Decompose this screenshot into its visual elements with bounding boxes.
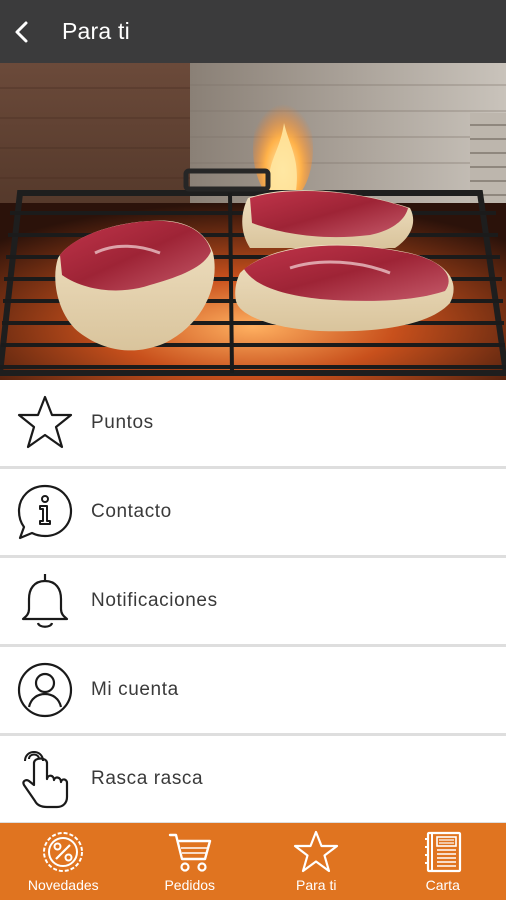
nav-tab-pedidos[interactable]: Pedidos <box>127 823 254 900</box>
menu-item-notificaciones[interactable]: Notificaciones <box>0 558 506 647</box>
menu-item-label: Mi cuenta <box>91 679 179 700</box>
page-title: Para ti <box>62 18 130 44</box>
menu-item-label: Rasca rasca <box>91 768 204 789</box>
user-circle-icon <box>15 660 75 720</box>
percent-badge-icon <box>41 829 85 875</box>
nav-label: Pedidos <box>164 877 216 893</box>
menu-item-mi-cuenta[interactable]: Mi cuenta <box>0 647 506 736</box>
star-icon <box>15 393 75 453</box>
menu-item-label: Puntos <box>91 412 154 433</box>
tap-hand-icon <box>15 749 75 809</box>
cart-icon <box>167 829 213 875</box>
nav-label: Para ti <box>296 877 337 893</box>
star-icon <box>293 829 339 875</box>
top-app-bar: Para ti <box>0 0 506 63</box>
menu-item-label: Notificaciones <box>91 590 218 611</box>
bell-icon <box>15 571 75 631</box>
info-bubble-icon <box>15 482 75 542</box>
nav-label: Carta <box>425 877 460 893</box>
menu-item-contacto[interactable]: Contacto <box>0 469 506 558</box>
nav-label: Novedades <box>27 877 99 893</box>
grilled-meat-photo <box>0 63 506 380</box>
back-button[interactable] <box>2 0 42 63</box>
app-screen: Para ti Puntos Contacto Notificaciones M… <box>0 0 506 900</box>
hero-image <box>0 63 506 380</box>
nav-tab-carta[interactable]: Carta <box>380 823 506 900</box>
menu-book-icon <box>423 829 463 875</box>
menu-item-puntos[interactable]: Puntos <box>0 380 506 469</box>
bottom-navigation: Novedades Pedidos Para ti Carta <box>0 823 506 900</box>
nav-tab-para-ti[interactable]: Para ti <box>253 823 380 900</box>
menu-item-label: Contacto <box>91 501 172 522</box>
nav-tab-novedades[interactable]: Novedades <box>0 823 127 900</box>
options-list: Puntos Contacto Notificaciones Mi cuenta… <box>0 380 506 825</box>
chevron-left-icon <box>15 21 28 42</box>
menu-item-rasca-rasca[interactable]: Rasca rasca <box>0 736 506 825</box>
